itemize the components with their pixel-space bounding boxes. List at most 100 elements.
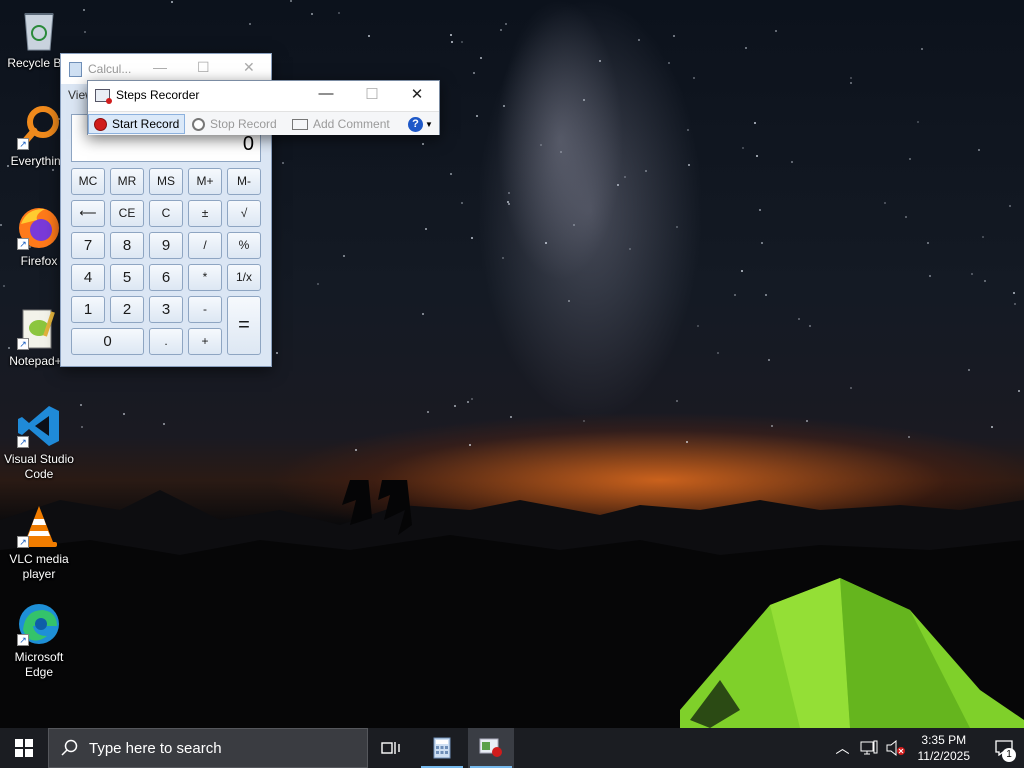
- star: [502, 257, 504, 259]
- star: [560, 151, 562, 153]
- negate-button[interactable]: ±: [188, 200, 222, 227]
- notification-count-badge: 1: [1002, 748, 1016, 762]
- chevron-up-icon[interactable]: ︿: [836, 738, 850, 758]
- digit-5-button[interactable]: 5: [110, 264, 144, 291]
- divide-button[interactable]: /: [188, 232, 222, 259]
- minimize-icon[interactable]: —: [153, 59, 167, 75]
- star: [282, 162, 284, 164]
- shortcut-arrow-icon: ↗: [17, 238, 29, 250]
- desktop-icon-label: VLC media player: [9, 552, 69, 581]
- digit-9-button[interactable]: 9: [149, 232, 183, 259]
- taskbar-app-calculator[interactable]: [419, 728, 465, 768]
- star: [791, 161, 793, 163]
- help-dropdown-button[interactable]: ? ▼: [408, 114, 433, 134]
- star: [3, 285, 5, 287]
- start-record-button[interactable]: Start Record: [88, 114, 186, 134]
- volume-muted-icon[interactable]: [886, 740, 906, 756]
- star: [688, 164, 690, 166]
- taskbar-search-box[interactable]: Type here to search: [48, 728, 368, 768]
- help-icon: ?: [408, 116, 423, 132]
- star: [1009, 205, 1011, 207]
- star: [476, 115, 478, 117]
- shortcut-arrow-icon: ↗: [17, 436, 29, 448]
- star: [163, 423, 165, 425]
- notification-center-button[interactable]: 1: [984, 728, 1024, 768]
- star: [508, 192, 510, 194]
- green-tent: [680, 578, 1024, 728]
- chevron-down-icon: ▼: [425, 119, 433, 129]
- subtract-button[interactable]: -: [188, 296, 222, 323]
- vscode-icon: ↗: [15, 402, 63, 450]
- desktop-icon-vlc[interactable]: ↗ VLC media player: [2, 502, 76, 582]
- task-view-button[interactable]: [368, 728, 414, 768]
- sqrt-button[interactable]: √: [227, 200, 261, 227]
- star: [761, 242, 763, 244]
- star: [461, 41, 463, 43]
- digit-2-button[interactable]: 2: [110, 296, 144, 323]
- star: [503, 105, 505, 107]
- digit-0-button[interactable]: 0: [71, 328, 144, 355]
- steps-recorder-icon: [479, 738, 502, 757]
- star: [971, 273, 973, 275]
- memory-recall-button[interactable]: MR: [110, 168, 144, 195]
- star: [355, 449, 357, 451]
- star: [471, 398, 473, 400]
- star: [471, 237, 473, 239]
- system-tray: ︿ 3:35 PM 11/2/2025 1: [836, 728, 1024, 768]
- star: [756, 155, 758, 157]
- digit-6-button[interactable]: 6: [149, 264, 183, 291]
- clear-entry-button[interactable]: CE: [110, 200, 144, 227]
- shortcut-arrow-icon: ↗: [17, 138, 29, 150]
- minimize-icon[interactable]: —: [303, 85, 349, 102]
- network-icon[interactable]: [860, 740, 878, 756]
- backspace-button[interactable]: ⟵: [71, 200, 105, 227]
- equals-button[interactable]: =: [227, 296, 261, 355]
- digit-3-button[interactable]: 3: [149, 296, 183, 323]
- taskbar-clock[interactable]: 3:35 PM 11/2/2025: [918, 732, 971, 764]
- stop-record-button[interactable]: Stop Record: [192, 114, 277, 134]
- start-button[interactable]: [0, 728, 48, 768]
- taskbar-app-steps-recorder[interactable]: [468, 728, 514, 768]
- star: [921, 48, 923, 50]
- add-comment-button[interactable]: Add Comment: [292, 114, 390, 134]
- steps-recorder-title: Steps Recorder: [116, 88, 200, 102]
- memory-clear-button[interactable]: MC: [71, 168, 105, 195]
- digit-1-button[interactable]: 1: [71, 296, 105, 323]
- decimal-button[interactable]: .: [149, 328, 183, 355]
- star: [905, 216, 907, 218]
- star: [968, 369, 970, 371]
- memory-subtract-button[interactable]: M-: [227, 168, 261, 195]
- digit-7-button[interactable]: 7: [71, 232, 105, 259]
- star: [927, 242, 929, 244]
- record-dot-icon: [94, 117, 107, 131]
- multiply-button[interactable]: *: [188, 264, 222, 291]
- digit-8-button[interactable]: 8: [110, 232, 144, 259]
- search-icon: [61, 739, 78, 756]
- steps-recorder-window[interactable]: Steps Recorder — ☐ ✕ Start Record Stop R…: [87, 80, 440, 135]
- add-button[interactable]: +: [188, 328, 222, 355]
- digit-4-button[interactable]: 4: [71, 264, 105, 291]
- steps-recorder-toolbar: Start Record Stop Record Add Comment ? ▼: [88, 111, 439, 135]
- maximize-icon[interactable]: ☐: [197, 59, 210, 76]
- desktop-icon-edge[interactable]: ↗ Microsoft Edge: [2, 600, 76, 680]
- desktop-icon-vscode[interactable]: ↗ Visual Studio Code: [2, 402, 76, 482]
- vlc-icon: ↗: [15, 502, 63, 550]
- close-icon[interactable]: ✕: [394, 85, 440, 103]
- calculator-title: Calcul...: [88, 62, 132, 76]
- star: [568, 300, 570, 302]
- star: [500, 29, 502, 31]
- star: [1018, 390, 1020, 392]
- star: [1013, 292, 1015, 294]
- reciprocal-button[interactable]: 1/x: [227, 264, 261, 291]
- star: [754, 122, 756, 124]
- star: [451, 41, 453, 43]
- star: [978, 149, 980, 151]
- memory-add-button[interactable]: M+: [188, 168, 222, 195]
- firefox-icon: ↗: [15, 204, 63, 252]
- clear-button[interactable]: C: [149, 200, 183, 227]
- percent-button[interactable]: %: [227, 232, 261, 259]
- memory-store-button[interactable]: MS: [149, 168, 183, 195]
- close-icon[interactable]: ✕: [243, 59, 255, 76]
- star: [338, 12, 340, 14]
- star: [991, 426, 993, 428]
